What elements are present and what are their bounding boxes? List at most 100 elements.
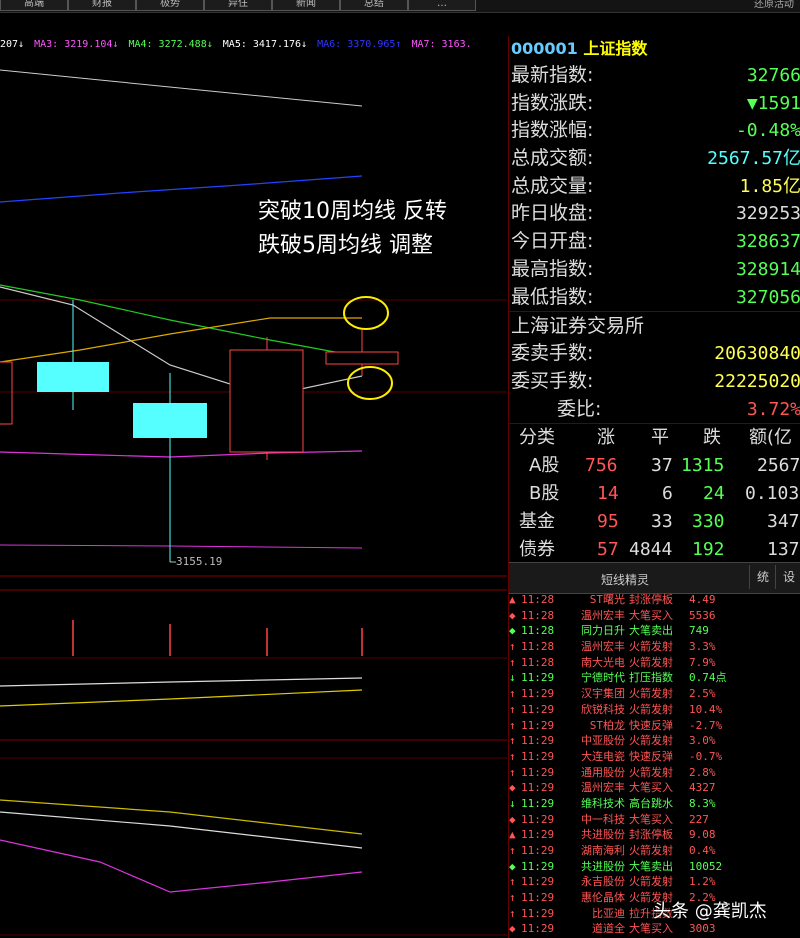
- breadth-header: 平: [651, 427, 669, 449]
- ticker-stock-name: 汉宇集团: [581, 687, 625, 701]
- ticker-stock-name: 道道全: [592, 922, 625, 936]
- ticker-row[interactable]: ↓ 11:29 宁德时代 打压指数 0.74点: [509, 670, 800, 686]
- ticker-stock-name: 通用股份: [581, 765, 625, 779]
- ticker-time: 11:28: [521, 608, 555, 622]
- toolbar-tab[interactable]: …: [408, 0, 476, 11]
- ma-value: 207↓: [0, 39, 25, 50]
- ticker-time: 11:29: [521, 765, 555, 779]
- breadth-down: 192: [692, 539, 725, 561]
- order-ratio-row: 委比: 3.72%: [509, 396, 800, 424]
- ticker-list[interactable]: ▲ 11:28 ST曙光 封涨停板 4.49 ◆ 11:28 温州宏丰 大笔买入 5536 ◆ 11:…: [509, 592, 800, 937]
- toolbar-tab[interactable]: 财报: [68, 0, 136, 11]
- ticker-row[interactable]: ▲ 11:28 ST曙光 封涨停板 4.49: [509, 592, 800, 608]
- ticker-row[interactable]: ↑ 11:29 汉宇集团 火箭发射 2.5%: [509, 686, 800, 702]
- toolbar-tab[interactable]: 极势: [136, 0, 204, 11]
- toolbar-tab[interactable]: 新闻: [272, 0, 340, 11]
- quote-row: 最高指数: 328914: [509, 256, 800, 284]
- indicator-line-white: [0, 677, 363, 687]
- ma-line-magenta-low: [0, 544, 363, 549]
- ticker-row[interactable]: ↑ 11:28 南大光电 火箭发射 7.9%: [509, 655, 800, 671]
- index-code: 000001: [511, 39, 578, 58]
- ticker-event: 火箭发射: [629, 765, 673, 779]
- quote-value: 327056: [735, 286, 800, 308]
- ticker-value: 0.74点: [689, 671, 727, 685]
- breadth-up: 756: [585, 455, 618, 477]
- ticker-row[interactable]: ◆ 11:29 中一科技 大笔买入 227: [509, 812, 800, 828]
- ticker-row[interactable]: ↑ 11:29 大连电瓷 快速反弹 -0.7%: [509, 749, 800, 765]
- stats-button[interactable]: 统: [749, 565, 776, 589]
- ticker-stock-name: 惠伦晶体: [581, 891, 625, 905]
- ticker-title: 短线精灵: [601, 573, 650, 587]
- breadth-category: B股: [529, 483, 560, 505]
- quote-value: -0.48%: [735, 120, 800, 142]
- candle-up: [325, 351, 399, 365]
- toolbar-tab[interactable]: 高端: [0, 0, 68, 11]
- ticker-row[interactable]: ◆ 11:29 温州宏丰 大笔买入 4327: [509, 780, 800, 796]
- ticker-stock-name: ST曙光: [589, 593, 625, 606]
- restore-activity-label[interactable]: 还原活动: [754, 0, 794, 10]
- ticker-row[interactable]: ◆ 11:28 同力日升 大笔卖出 749: [509, 623, 800, 639]
- ticker-value: 5536: [689, 608, 716, 622]
- breadth-header-row: 分类 涨 平 跌 额(亿: [509, 424, 800, 452]
- breadth-flat: 4844: [629, 539, 673, 561]
- ticker-value: 1.2%: [689, 875, 716, 889]
- ticker-row[interactable]: ↑ 11:29 通用股份 火箭发射 2.8%: [509, 765, 800, 781]
- quote-row: 昨日收盘: 329253: [509, 200, 800, 228]
- kline-chart[interactable]: [0, 52, 507, 938]
- candle-up: [229, 349, 304, 453]
- ticker-row[interactable]: ↑ 11:29 湖南海利 火箭发射 0.4%: [509, 843, 800, 859]
- ticker-row[interactable]: ↑ 11:29 永吉股份 火箭发射 1.2%: [509, 874, 800, 890]
- ticker-row[interactable]: ↑ 11:28 温州宏丰 火箭发射 3.3%: [509, 639, 800, 655]
- indicator-line-white-low: [0, 811, 363, 849]
- ticker-row[interactable]: ↑ 11:29 欣锐科技 火箭发射 10.4%: [509, 702, 800, 718]
- ticker-mark: ◆: [509, 922, 516, 936]
- order-value: 20630840: [714, 343, 800, 365]
- ma-line-yellow: [0, 317, 362, 363]
- ticker-time: 11:29: [521, 922, 555, 936]
- toolbar-tab[interactable]: 异住: [204, 0, 272, 11]
- ticker-value: 8.3%: [689, 796, 716, 810]
- toolbar-tab[interactable]: 总结: [340, 0, 408, 11]
- breadth-amount: 0.103: [745, 483, 800, 505]
- ticker-stock-name: 同力日升: [581, 624, 625, 638]
- ticker-time: 11:29: [521, 844, 555, 857]
- ticker-mark: ↑: [509, 702, 516, 716]
- candle-down: [37, 362, 109, 392]
- ticker-header: 短线精灵 统 设: [509, 562, 800, 594]
- ticker-value: 2.5%: [689, 687, 716, 701]
- ticker-stock-name: 宁德时代: [581, 671, 625, 685]
- breadth-down: 1315: [681, 455, 725, 477]
- ticker-row[interactable]: ◆ 11:29 共进股份 大笔卖出 10052: [509, 859, 800, 875]
- ticker-row[interactable]: ↑ 11:29 中亚股份 火箭发射 3.0%: [509, 733, 800, 749]
- annotation-line: 突破10周均线 反转: [258, 199, 447, 224]
- quote-row: 指数涨跌: ▼1591: [509, 90, 800, 118]
- ticker-row[interactable]: ↑ 11:29 ST柏龙 快速反弹 -2.7%: [509, 718, 800, 734]
- ticker-value: 227: [689, 812, 709, 826]
- ticker-row[interactable]: ◆ 11:29 道道全 大笔买入 3003: [509, 921, 800, 937]
- ticker-stock-name: 大连电瓷: [581, 749, 625, 763]
- ticker-stock-name: 比亚迪: [592, 906, 625, 920]
- ticker-row[interactable]: ↓ 11:29 维科技术 高台跳水 8.3%: [509, 796, 800, 812]
- ticker-stock-name: 温州宏丰: [581, 640, 625, 654]
- ticker-mark: ▲: [509, 593, 516, 606]
- ticker-stock-name: 中一科技: [581, 812, 625, 826]
- settings-button[interactable]: 设: [775, 565, 800, 589]
- ticker-time: 11:29: [521, 702, 555, 716]
- ticker-event: 大笔卖出: [629, 859, 673, 873]
- ticker-time: 11:29: [521, 796, 555, 810]
- ma-value: MA7: 3163.: [411, 39, 472, 50]
- quote-key: 昨日收盘:: [511, 202, 594, 225]
- ticker-row[interactable]: ◆ 11:28 温州宏丰 大笔买入 5536: [509, 608, 800, 624]
- ticker-mark: ↑: [509, 844, 516, 857]
- ticker-time: 11:29: [521, 859, 555, 873]
- breadth-amount: 347: [767, 511, 800, 533]
- ticker-event: 火箭发射: [629, 734, 673, 748]
- ticker-stock-name: 南大光电: [581, 655, 625, 669]
- ticker-value: -0.7%: [689, 749, 723, 763]
- quote-key: 总成交量:: [511, 174, 594, 197]
- ticker-time: 11:29: [521, 906, 555, 920]
- ticker-stock-name: 中亚股份: [581, 734, 625, 748]
- ticker-event: 火箭发射: [629, 875, 673, 889]
- ticker-row[interactable]: ▲ 11:29 共进股份 封涨停板 9.08: [509, 827, 800, 843]
- quote-value: 2567.57亿: [707, 148, 800, 170]
